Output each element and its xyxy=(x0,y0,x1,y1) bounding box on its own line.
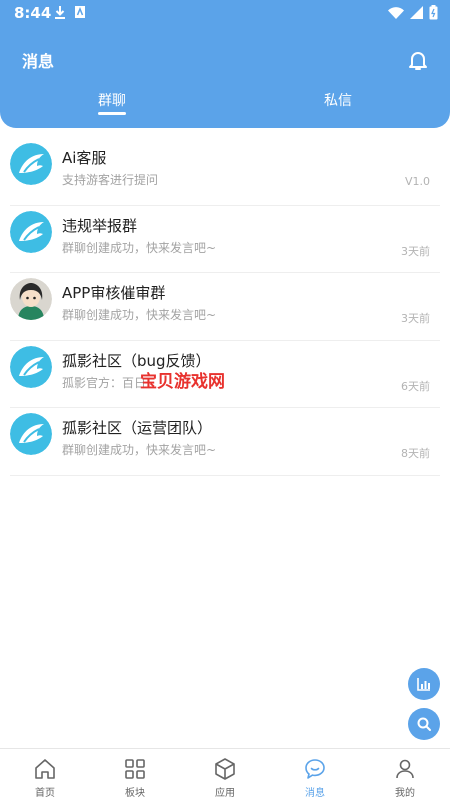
search-button[interactable] xyxy=(408,708,440,740)
cube-icon xyxy=(215,758,235,780)
conversation-list: Ai客服 支持游客进行提问 V1.0 违规举报群 群聊创建成功，快来发言吧~ 3… xyxy=(0,138,450,476)
nav-label: 应用 xyxy=(215,788,235,799)
cartoon-girl-avatar xyxy=(10,278,52,320)
status-left-icons xyxy=(54,5,86,19)
conversation-time: 6天前 xyxy=(401,379,430,393)
conversation-preview: 群聊创建成功，快来发言吧~ xyxy=(62,308,217,322)
conversation-time: V1.0 xyxy=(404,175,430,188)
nav-item-home[interactable]: 首页 xyxy=(0,749,90,800)
bar-chart-icon xyxy=(417,678,430,691)
conversation-item[interactable]: Ai客服 支持游客进行提问 V1.0 xyxy=(10,138,440,206)
status-time: 8:44 xyxy=(14,4,52,22)
app-logo-avatar xyxy=(10,210,52,253)
conversation-time: 3天前 xyxy=(401,312,430,325)
bell-icon[interactable] xyxy=(406,48,430,72)
watermark: 宝贝游戏网 xyxy=(140,372,225,392)
nav-item-messages[interactable]: 消息 xyxy=(270,749,360,800)
conversation-item[interactable]: 违规举报群 群聊创建成功，快来发言吧~ 3天前 xyxy=(10,206,440,273)
app-notification-icon xyxy=(75,6,85,18)
signal-icon xyxy=(410,6,423,19)
conversation-preview: 群聊创建成功，快来发言吧~ xyxy=(62,443,217,457)
chat-icon xyxy=(305,759,325,779)
grid-icon xyxy=(125,759,145,779)
app-logo-avatar xyxy=(10,345,52,388)
conversation-time: 8天前 xyxy=(401,447,430,460)
header-bar: 8:44 消息 群聊 私信 xyxy=(0,0,450,128)
app-logo-avatar xyxy=(10,143,52,185)
tab-bar: 群聊 私信 xyxy=(0,90,450,120)
conversation-item[interactable]: 孤影社区（bug反馈） 孤影官方：百日 6天前 xyxy=(10,341,440,408)
app-logo-avatar xyxy=(10,413,52,455)
download-icon xyxy=(55,6,65,19)
wifi-icon xyxy=(388,7,404,19)
conversation-name: 违规举报群 xyxy=(62,216,138,235)
conversation-name: APP审核催审群 xyxy=(62,284,166,302)
home-icon xyxy=(35,759,55,779)
status-right-icons xyxy=(388,5,438,20)
conversation-preview: 群聊创建成功，快来发言吧~ xyxy=(62,240,217,255)
stats-button[interactable] xyxy=(408,668,440,700)
conversation-preview: 支持游客进行提问 xyxy=(62,173,159,187)
conversation-item[interactable]: 孤影社区（运营团队） 群聊创建成功，快来发言吧~ 8天前 xyxy=(10,408,440,476)
search-icon xyxy=(417,717,431,731)
status-bar: 8:44 xyxy=(0,0,450,26)
conversation-name: Ai客服 xyxy=(62,149,107,167)
tab-private-message[interactable]: 私信 xyxy=(324,90,352,110)
battery-icon xyxy=(429,5,438,20)
nav-item-profile[interactable]: 我的 xyxy=(360,749,450,800)
bottom-nav: 首页 板块 应用 消息 我的 xyxy=(0,748,450,800)
nav-label: 我的 xyxy=(395,788,415,799)
conversation-time: 3天前 xyxy=(401,244,430,258)
user-icon xyxy=(396,759,414,779)
nav-label: 消息 xyxy=(305,788,325,799)
nav-item-apps[interactable]: 应用 xyxy=(180,749,270,800)
conversation-preview: 孤影官方：百日 xyxy=(62,375,147,390)
nav-label: 首页 xyxy=(35,788,55,799)
nav-item-board[interactable]: 板块 xyxy=(90,749,180,800)
conversation-item[interactable]: APP审核催审群 群聊创建成功，快来发言吧~ 3天前 xyxy=(10,273,440,341)
page-title: 消息 xyxy=(22,52,55,71)
conversation-name: 孤影社区（运营团队） xyxy=(62,419,213,437)
active-tab-indicator xyxy=(98,112,126,115)
tab-group-chat[interactable]: 群聊 xyxy=(98,90,126,110)
nav-label: 板块 xyxy=(125,788,145,799)
